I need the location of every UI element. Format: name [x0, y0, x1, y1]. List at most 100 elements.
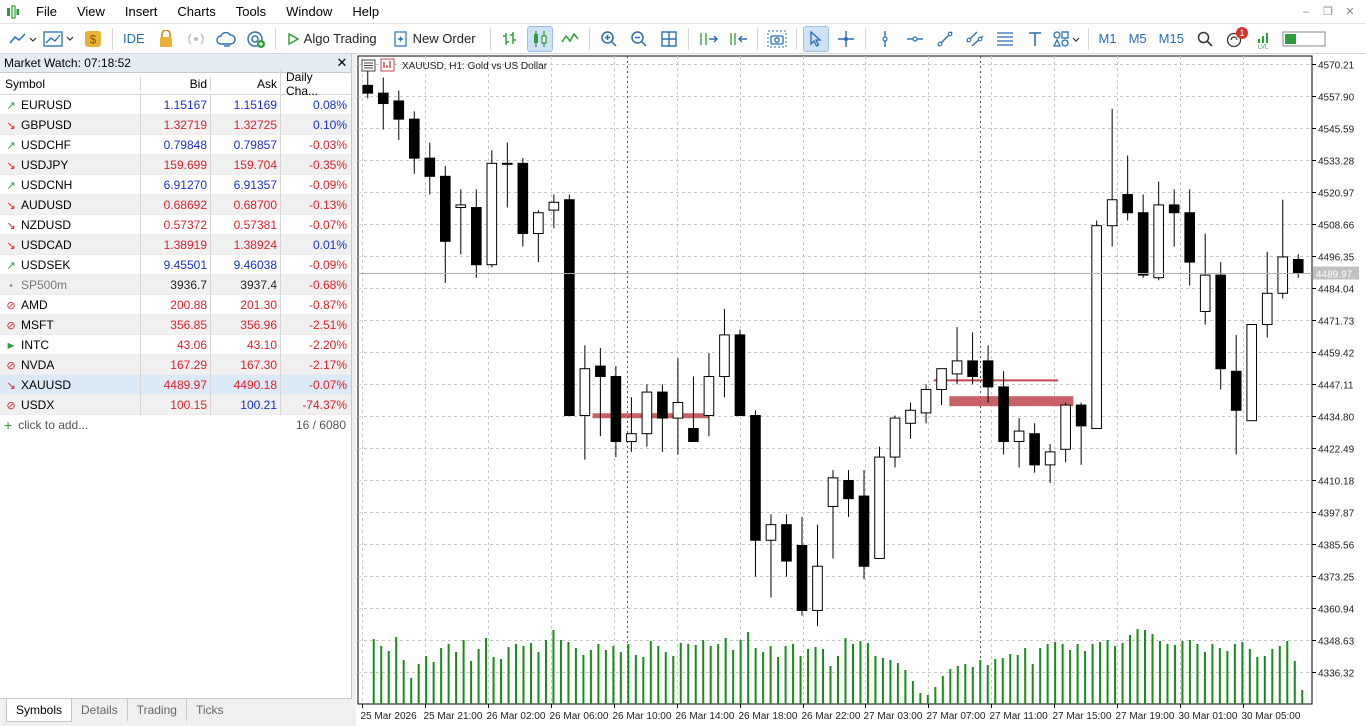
symbol-row[interactable]: ↘ USDCAD 1.38919 1.38924 0.01% [0, 234, 351, 255]
chart-template-dropdown-button[interactable] [42, 26, 76, 52]
symbol-row[interactable]: • SP500m 3936.7 3937.4 -0.68% [0, 274, 351, 295]
signal-strength-icon: LVL [1252, 26, 1278, 52]
market-lock-icon[interactable] [153, 26, 179, 52]
arrow-down-icon: ↘ [6, 119, 16, 132]
bullish-candle [533, 212, 544, 235]
tab-symbols[interactable]: Symbols [6, 699, 73, 722]
tab-details[interactable]: Details [72, 699, 128, 721]
symbol-row[interactable]: ⊘ USDX 100.15 100.21 -74.37% [0, 394, 351, 415]
tile-windows-icon[interactable] [656, 26, 682, 52]
zoom-out-icon[interactable] [626, 26, 652, 52]
candlestick-chart-icon[interactable] [526, 25, 553, 52]
bullish-candle [874, 456, 885, 559]
menu-charts[interactable]: Charts [167, 0, 225, 24]
bid-cell: 200.88 [140, 294, 210, 315]
fibonacci-icon[interactable] [992, 26, 1018, 52]
price-chart[interactable]: 4570.21 4557.90 4545.59 4533.28 4520.97 4508.… [356, 54, 1366, 726]
notifications-icon[interactable]: 1 [1222, 26, 1248, 52]
bullish-candle [1106, 199, 1118, 227]
symbol-row[interactable]: ↗ EURUSD 1.15167 1.15169 0.08% [0, 94, 351, 115]
symbol-row[interactable]: ⊘ MSFT 356.85 356.96 -2.51% [0, 314, 351, 335]
tab-trading[interactable]: Trading [128, 699, 187, 721]
text-icon[interactable] [1022, 26, 1048, 52]
menu-tools[interactable]: Tools [226, 0, 276, 24]
symbol-cell: ↘ XAUUSD [0, 378, 140, 392]
symbol-row[interactable]: ↘ AUDUSD 0.68692 0.68700 -0.13% [0, 194, 351, 215]
symbol-row[interactable]: ↘ XAUUSD 4489.97 4490.18 -0.07% [0, 374, 351, 395]
vertical-line-icon[interactable] [872, 26, 898, 52]
minimize-icon[interactable]: – [1296, 2, 1316, 22]
chart-shift-icon[interactable] [725, 26, 751, 52]
crosshair-icon[interactable] [833, 26, 859, 52]
timeframe-m5-button[interactable]: M5 [1123, 31, 1153, 46]
trendline-icon[interactable] [932, 26, 958, 52]
bullish-candle [703, 375, 715, 416]
arrow-up-icon: ↗ [6, 99, 16, 112]
symbol-row[interactable]: ► INTC 43.06 43.10 -2.20% [0, 334, 351, 355]
symbol-cell: ↘ AUDUSD [0, 198, 140, 212]
symbol-name: USDJPY [21, 157, 69, 172]
algo-trading-button[interactable]: Algo Trading [282, 26, 385, 52]
header-ask[interactable]: Ask [210, 76, 280, 91]
price-tick-label: 4385.56 [1318, 541, 1355, 552]
menu-insert[interactable]: Insert [115, 0, 168, 24]
cursor-icon[interactable] [802, 25, 829, 52]
symbol-row[interactable]: ↘ GBPUSD 1.32719 1.32725 0.10% [0, 114, 351, 135]
new-order-button[interactable]: New Order [389, 26, 484, 52]
symbol-row[interactable]: ↗ USDCHF 0.79848 0.79857 -0.03% [0, 134, 351, 155]
symbol-row[interactable]: ↘ USDJPY 159.699 159.704 -0.35% [0, 154, 351, 175]
shapes-dropdown-icon[interactable] [1052, 26, 1082, 52]
line-chart-dropdown-button[interactable] [8, 26, 38, 52]
ide-button[interactable]: IDE [119, 26, 149, 52]
channel-icon[interactable] [962, 26, 988, 52]
symbol-cell: ↘ NZDUSD [0, 218, 140, 232]
zoom-in-icon[interactable] [596, 26, 622, 52]
header-symbol[interactable]: Symbol [0, 77, 140, 91]
bullish-candle [1060, 404, 1071, 450]
symbol-row[interactable]: ↘ NZDUSD 0.57372 0.57381 -0.07% [0, 214, 351, 235]
chart-canvas[interactable]: 4570.21 4557.90 4545.59 4533.28 4520.97 4508.… [356, 54, 1366, 726]
menu-file[interactable]: File [26, 0, 67, 24]
cloud-icon[interactable] [213, 26, 239, 52]
bid-cell: 43.06 [140, 334, 210, 355]
change-cell: 0.01% [280, 234, 350, 255]
search-icon[interactable] [1192, 26, 1218, 52]
bearish-candle [471, 207, 482, 266]
bid-cell: 0.68692 [140, 194, 210, 215]
symbol-row[interactable]: ↗ USDSEK 9.45501 9.46038 -0.09% [0, 254, 351, 275]
restore-icon[interactable]: ❐ [1318, 2, 1338, 22]
dollar-icon[interactable]: $ [80, 26, 106, 52]
menu-window[interactable]: Window [276, 0, 342, 24]
close-icon[interactable]: ✕ [1340, 2, 1360, 22]
price-tick-label: 4397.87 [1318, 509, 1355, 520]
signals-icon[interactable] [183, 26, 209, 52]
symbol-row[interactable]: ⊘ AMD 200.88 201.30 -0.87% [0, 294, 351, 315]
tab-ticks[interactable]: Ticks [187, 699, 233, 721]
current-price-label: 4489.97 [1316, 270, 1353, 281]
time-tick-label: 27 Mar 11:00 [990, 711, 1049, 722]
screenshot-icon[interactable] [764, 26, 790, 52]
autoscroll-icon[interactable] [695, 26, 721, 52]
bid-cell: 100.15 [140, 394, 210, 415]
timeframe-m15-button[interactable]: M15 [1153, 31, 1190, 46]
ask-cell: 1.38924 [210, 234, 280, 255]
header-bid[interactable]: Bid [140, 76, 210, 91]
timeframe-m1-button[interactable]: M1 [1093, 31, 1123, 46]
bullish-candle [719, 334, 730, 377]
bearish-candle [688, 427, 699, 442]
menu-view[interactable]: View [67, 0, 115, 24]
header-daily-change[interactable]: Daily Cha... [280, 69, 350, 98]
symbol-cell: ↗ EURUSD [0, 98, 140, 112]
line-chart-icon[interactable] [557, 26, 583, 52]
horizontal-line-icon[interactable] [902, 26, 928, 52]
vps-icon[interactable] [243, 26, 269, 52]
bar-chart-icon[interactable] [497, 26, 523, 52]
menu-help[interactable]: Help [342, 0, 389, 24]
symbol-row[interactable]: ⊘ NVDA 167.29 167.30 -2.17% [0, 354, 351, 375]
symbol-row[interactable]: ↗ USDCNH 6.91270 6.91357 -0.09% [0, 174, 351, 195]
market-watch-title: Market Watch: 07:18:52 [4, 56, 131, 70]
bullish-candle [920, 388, 932, 414]
add-symbol-row[interactable]: + click to add... 16 / 6080 [0, 415, 351, 435]
symbol-name: NZDUSD [21, 217, 71, 232]
time-tick-label: 27 Mar 07:00 [927, 711, 986, 722]
